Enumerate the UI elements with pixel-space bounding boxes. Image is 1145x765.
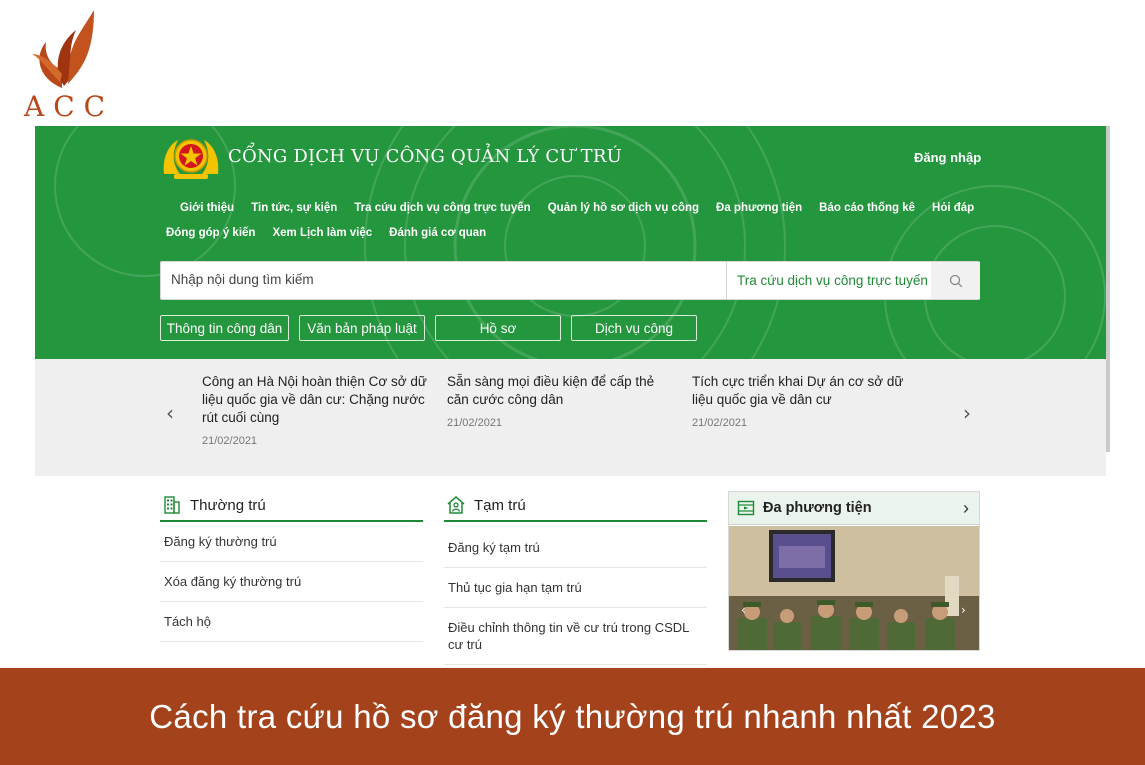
chevron-left-icon[interactable]: ‹	[166, 401, 174, 425]
news-item[interactable]: Sẵn sàng mọi điều kiện để cấp thẻ căn cư…	[447, 373, 675, 429]
list-item[interactable]: Đăng ký tạm trú	[444, 528, 707, 568]
search-scope-select[interactable]: Tra cứu dịch vụ công trực tuyến	[737, 273, 928, 288]
news-title: Công an Hà Nội hoàn thiện Cơ sở dữ liệu …	[202, 374, 427, 425]
news-title: Tích cực triển khai Dự án cơ sở dữ liệu …	[692, 374, 904, 407]
news-date: 21/02/2021	[447, 417, 503, 429]
nav-item[interactable]: Đánh giá cơ quan	[389, 227, 486, 239]
category-tabs: Thông tin công dân Văn bản pháp luật Hồ …	[160, 315, 707, 341]
list-item[interactable]: Đăng ký thường trú	[160, 522, 423, 562]
police-emblem-icon	[163, 139, 219, 179]
news-title: Sẵn sàng mọi điều kiện để cấp thẻ căn cư…	[447, 374, 655, 407]
nav-item[interactable]: Tin tức, sự kiện	[251, 202, 337, 214]
list-item[interactable]: Tách hộ	[160, 602, 423, 642]
tab-thong-tin-cong-dan[interactable]: Thông tin công dân	[160, 315, 289, 341]
news-item[interactable]: Tích cực triển khai Dự án cơ sở dữ liệu …	[692, 373, 920, 429]
portal-header: CỔNG DỊCH VỤ CÔNG QUẢN LÝ CƯ TRÚ Đăng nh…	[35, 126, 1106, 359]
login-link[interactable]: Đăng nhập	[914, 150, 981, 165]
tab-dich-vu-cong[interactable]: Dịch vụ công	[571, 315, 697, 341]
nav-item[interactable]: Báo cáo thống kê	[819, 202, 915, 214]
nav-item[interactable]: Giới thiệu	[180, 202, 234, 214]
banner-title: Cách tra cứu hồ sơ đăng ký thường trú nh…	[149, 697, 996, 735]
news-item[interactable]: Công an Hà Nội hoàn thiện Cơ sở dữ liệu …	[202, 373, 430, 447]
scrollbar[interactable]	[1106, 126, 1110, 452]
search-bar: Tra cứu dịch vụ công trực tuyến	[160, 261, 980, 300]
media-panel: Đa phương tiện › ‹ ›	[728, 491, 980, 651]
tab-van-ban-phap-luat[interactable]: Văn bản pháp luật	[299, 315, 425, 341]
nav-row-1: Giới thiệu Tin tức, sự kiện Tra cứu dịch v…	[166, 198, 986, 218]
meeting-photo[interactable]: ‹ ›	[729, 526, 980, 651]
portal-title: CỔNG DỊCH VỤ CÔNG QUẢN LÝ CƯ TRÚ	[228, 146, 622, 167]
main-nav: Giới thiệu Tin tức, sự kiện Tra cứu dịch v…	[166, 198, 986, 248]
chevron-right-icon[interactable]: ›	[961, 603, 966, 617]
chevron-right-icon[interactable]: ›	[963, 401, 971, 425]
news-date: 21/02/2021	[202, 435, 258, 447]
news-carousel: ‹ Công an Hà Nội hoàn thiện Cơ sở dữ liệ…	[35, 359, 1106, 476]
film-icon	[737, 500, 755, 516]
flame-logo-icon	[32, 10, 94, 88]
section-title: Tạm trú	[474, 496, 526, 514]
nav-item[interactable]: Đa phương tiện	[716, 202, 802, 214]
tab-ho-so[interactable]: Hồ sơ	[435, 315, 561, 341]
list-item[interactable]: Xóa đăng ký thường trú	[160, 562, 423, 602]
nav-item[interactable]: Hỏi đáp	[932, 202, 974, 214]
thuong-tru-section: Thường trú Đăng ký thường trú Xóa đăng ký…	[160, 490, 423, 642]
logo-wordmark: ACC	[24, 90, 115, 123]
nav-item[interactable]: Xem Lịch làm việc	[272, 227, 372, 239]
search-icon	[949, 274, 962, 287]
tam-tru-list: Đăng ký tạm trú Thủ tục gia hạn tạm trú Đi…	[444, 522, 707, 665]
nav-row-2: Đóng góp ý kiến Xem Lịch làm việc Đánh giá…	[166, 223, 986, 243]
chevron-left-icon[interactable]: ‹	[741, 603, 746, 617]
building-icon	[164, 496, 180, 514]
nav-item[interactable]: Tra cứu dịch vụ công trực tuyến	[354, 202, 530, 214]
nav-item[interactable]: Đóng góp ý kiến	[166, 227, 255, 239]
section-title: Thường trú	[190, 496, 266, 514]
thuong-tru-list: Đăng ký thường trú Xóa đăng ký thường trú…	[160, 522, 423, 642]
media-title: Đa phương tiện	[763, 500, 872, 516]
nav-item[interactable]: Quản lý hồ sơ dịch vụ công	[548, 202, 699, 214]
search-button[interactable]	[931, 262, 980, 299]
portal-screenshot: CỔNG DỊCH VỤ CÔNG QUẢN LÝ CƯ TRÚ Đăng nh…	[35, 126, 1110, 668]
title-banner: Cách tra cứu hồ sơ đăng ký thường trú nh…	[0, 668, 1145, 765]
search-input[interactable]	[171, 272, 711, 287]
list-item[interactable]: Thủ tục gia hạn tạm trú	[444, 568, 707, 608]
tam-tru-section: Tạm trú Đăng ký tạm trú Thủ tục gia hạn t…	[444, 490, 707, 665]
list-item[interactable]: Điều chỉnh thông tin về cư trú trong CSD…	[444, 608, 707, 665]
search-divider	[726, 262, 727, 299]
acc-logo: ACC	[18, 8, 105, 123]
house-person-icon	[447, 496, 465, 514]
news-date: 21/02/2021	[692, 417, 748, 429]
media-header: Đa phương tiện ›	[729, 492, 979, 525]
chevron-right-icon[interactable]: ›	[963, 498, 969, 519]
thuong-tru-header: Thường trú	[160, 490, 423, 522]
tam-tru-header: Tạm trú	[444, 490, 707, 522]
page: ACC CỔNG DỊCH VỤ CÔNG QUẢN LÝ CƯ TRÚ Đăn…	[0, 0, 1145, 765]
